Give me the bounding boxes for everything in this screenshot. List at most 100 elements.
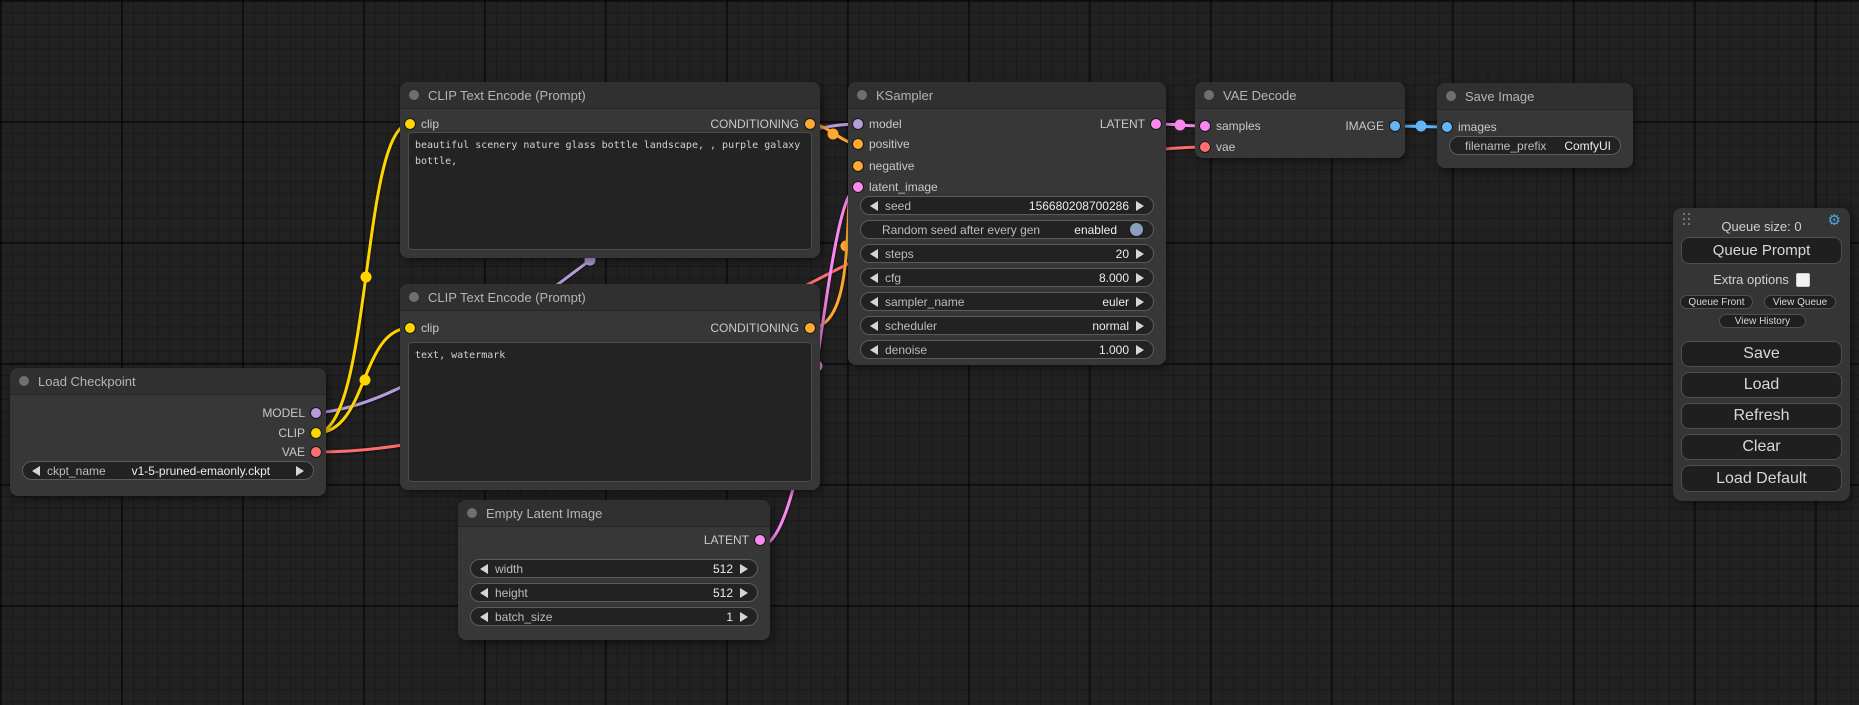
save-button[interactable]: Save [1681,341,1842,367]
port-dot-conditioning[interactable] [853,139,863,149]
node-load-checkpoint[interactable]: Load Checkpoint MODEL CLIP VAE ckpt_name… [10,368,326,496]
negative-prompt-text[interactable]: text, watermark [408,342,812,482]
increment-arrow-icon[interactable] [740,564,748,574]
output-conditioning[interactable]: CONDITIONING [710,114,815,134]
collapse-dot-icon[interactable] [857,90,867,100]
extra-options-checkbox[interactable] [1796,273,1810,287]
node-clip-text-encode-1[interactable]: CLIP Text Encode (Prompt) clip CONDITION… [400,82,820,258]
increment-arrow-icon[interactable] [1136,249,1144,259]
decrement-arrow-icon[interactable] [480,564,488,574]
decrement-arrow-icon[interactable] [480,588,488,598]
load-button[interactable]: Load [1681,372,1842,398]
port-dot-clip[interactable] [405,119,415,129]
port-dot-image[interactable] [1390,121,1400,131]
widget-filename-prefix[interactable]: filename_prefix ComfyUI [1449,136,1621,155]
input-model[interactable]: model [853,114,902,134]
positive-prompt-text[interactable]: beautiful scenery nature glass bottle la… [408,132,812,250]
widget-sampler-name[interactable]: sampler_name euler [860,292,1154,311]
widget-value: v1-5-pruned-emaonly.ckpt [132,464,271,478]
increment-arrow-icon[interactable] [1136,201,1144,211]
port-dot-latent[interactable] [1200,121,1210,131]
collapse-dot-icon[interactable] [19,376,29,386]
decrement-arrow-icon[interactable] [870,321,878,331]
queue-prompt-button[interactable]: Queue Prompt [1681,237,1842,264]
port-dot-clip[interactable] [311,428,321,438]
queue-front-button[interactable]: Queue Front [1680,295,1753,309]
gear-icon[interactable]: ⚙ [1828,211,1841,229]
decrement-arrow-icon[interactable] [870,345,878,355]
collapse-dot-icon[interactable] [409,90,419,100]
port-dot-conditioning[interactable] [805,323,815,333]
widget-ckpt-name[interactable]: ckpt_name v1-5-pruned-emaonly.ckpt [22,461,314,480]
output-clip[interactable]: CLIP [278,423,321,443]
widget-height[interactable]: height 512 [470,583,758,602]
output-conditioning[interactable]: CONDITIONING [710,318,815,338]
port-dot-vae[interactable] [1200,142,1210,152]
decrement-arrow-icon[interactable] [32,466,40,476]
refresh-button[interactable]: Refresh [1681,403,1842,429]
increment-arrow-icon[interactable] [1136,345,1144,355]
node-ksampler[interactable]: KSampler model positive negative latent_… [848,82,1166,365]
port-dot-latent[interactable] [755,535,765,545]
input-negative[interactable]: negative [853,156,914,176]
port-dot-model[interactable] [853,119,863,129]
widget-label: Random seed after every gen [882,223,1040,237]
port-dot-vae[interactable] [311,447,321,457]
input-images[interactable]: images [1442,117,1497,137]
input-latent-image[interactable]: latent_image [853,177,938,197]
node-clip-text-encode-2[interactable]: CLIP Text Encode (Prompt) clip CONDITION… [400,284,820,490]
collapse-dot-icon[interactable] [467,508,477,518]
port-dot-conditioning[interactable] [805,119,815,129]
port-dot-conditioning[interactable] [853,161,863,171]
decrement-arrow-icon[interactable] [480,612,488,622]
widget-steps[interactable]: steps 20 [860,244,1154,263]
load-default-button[interactable]: Load Default [1681,465,1842,492]
collapse-dot-icon[interactable] [1204,90,1214,100]
increment-arrow-icon[interactable] [1136,297,1144,307]
output-latent[interactable]: LATENT [704,530,765,550]
decrement-arrow-icon[interactable] [870,201,878,211]
input-samples[interactable]: samples [1200,116,1261,136]
widget-random-seed-toggle[interactable]: Random seed after every gen enabled [860,220,1154,239]
node-save-image[interactable]: Save Image images filename_prefix ComfyU… [1437,83,1633,168]
output-vae[interactable]: VAE [282,442,321,462]
decrement-arrow-icon[interactable] [870,297,878,307]
collapse-dot-icon[interactable] [409,292,419,302]
widget-denoise[interactable]: denoise 1.000 [860,340,1154,359]
comfyui-canvas[interactable]: Load Checkpoint MODEL CLIP VAE ckpt_name… [0,0,1859,705]
widget-cfg[interactable]: cfg 8.000 [860,268,1154,287]
node-title: CLIP Text Encode (Prompt) [428,290,586,305]
widget-batch-size[interactable]: batch_size 1 [470,607,758,626]
input-vae[interactable]: vae [1200,137,1235,157]
increment-arrow-icon[interactable] [1136,321,1144,331]
widget-scheduler[interactable]: scheduler normal [860,316,1154,335]
node-vae-decode[interactable]: VAE Decode samples vae IMAGE [1195,82,1405,158]
port-label: positive [869,137,910,151]
toggle-knob-icon[interactable] [1129,222,1144,237]
increment-arrow-icon[interactable] [1136,273,1144,283]
clear-button[interactable]: Clear [1681,434,1842,460]
output-model[interactable]: MODEL [262,403,321,423]
port-dot-image[interactable] [1442,122,1452,132]
input-positive[interactable]: positive [853,134,910,154]
widget-width[interactable]: width 512 [470,559,758,578]
widget-seed[interactable]: seed 156680208700286 [860,196,1154,215]
decrement-arrow-icon[interactable] [870,273,878,283]
increment-arrow-icon[interactable] [740,612,748,622]
collapse-dot-icon[interactable] [1446,91,1456,101]
increment-arrow-icon[interactable] [740,588,748,598]
increment-arrow-icon[interactable] [296,466,304,476]
decrement-arrow-icon[interactable] [870,249,878,259]
port-dot-clip[interactable] [405,323,415,333]
input-clip[interactable]: clip [405,318,439,338]
port-dot-latent[interactable] [853,182,863,192]
output-latent[interactable]: LATENT [1100,114,1161,134]
port-dot-latent[interactable] [1151,119,1161,129]
output-image[interactable]: IMAGE [1345,116,1400,136]
node-empty-latent-image[interactable]: Empty Latent Image LATENT width 512 heig… [458,500,770,640]
widget-label: height [495,586,528,600]
port-dot-model[interactable] [311,408,321,418]
view-queue-button[interactable]: View Queue [1764,295,1836,309]
input-clip[interactable]: clip [405,114,439,134]
view-history-button[interactable]: View History [1719,314,1806,328]
